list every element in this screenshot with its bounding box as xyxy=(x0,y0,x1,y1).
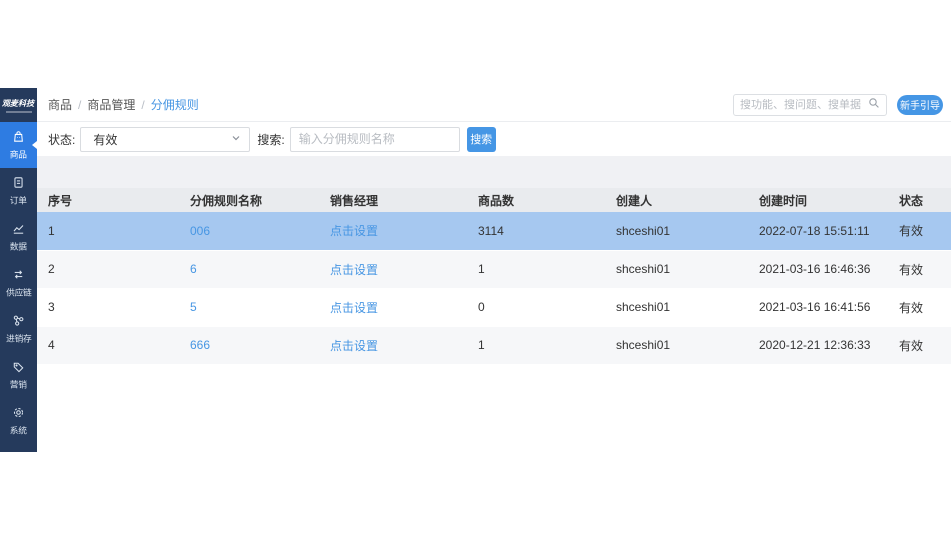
sidebar-item-label: 营销 xyxy=(10,378,27,391)
cell-product-count: 1 xyxy=(467,250,605,288)
sales-manager-link[interactable]: 点击设置 xyxy=(330,263,378,277)
logo-subtext xyxy=(6,111,32,113)
cell-created-at: 2021-03-16 16:41:56 xyxy=(748,288,888,326)
status-select[interactable]: 有效 xyxy=(80,127,250,152)
magnifier-icon[interactable] xyxy=(868,96,880,114)
main-content: 商品 / 商品管理 / 分佣规则 新手引导 xyxy=(37,88,951,365)
price-tag-icon xyxy=(11,359,26,374)
global-search-box[interactable] xyxy=(733,94,887,116)
cell-status: 有效 xyxy=(888,212,951,250)
rule-name-input[interactable] xyxy=(290,127,460,152)
filter-bar: 状态: 有效 搜索: 搜索 xyxy=(37,122,951,156)
linked-circles-icon xyxy=(11,313,26,328)
cell-created-at: 2022-07-18 15:51:11 xyxy=(748,212,888,250)
rule-name-link[interactable]: 5 xyxy=(190,300,197,314)
sidebar-item-label: 商品 xyxy=(10,148,27,161)
breadcrumb-separator: / xyxy=(141,98,144,112)
breadcrumb-item-goods[interactable]: 商品 xyxy=(48,96,72,113)
logo-text: 观麦科技 xyxy=(2,97,34,108)
table-header-row: 序号 分佣规则名称 销售经理 商品数 创建人 创建时间 状态 xyxy=(37,188,951,212)
col-header-rule-name: 分佣规则名称 xyxy=(179,188,319,212)
sidebar-item-orders[interactable]: 订单 xyxy=(0,168,37,214)
cell-created-at: 2021-03-16 16:46:36 xyxy=(748,250,888,288)
rule-name-link[interactable]: 6 xyxy=(190,262,197,276)
breadcrumb-bar: 商品 / 商品管理 / 分佣规则 新手引导 xyxy=(37,88,951,122)
col-header-status: 状态 xyxy=(888,188,951,212)
order-doc-icon xyxy=(11,175,26,190)
cell-creator: shceshi01 xyxy=(605,212,748,250)
swap-arrows-icon xyxy=(11,267,26,282)
breadcrumb-separator: / xyxy=(78,98,81,112)
keyword-search-label: 搜索: xyxy=(257,131,284,148)
sales-manager-link[interactable]: 点击设置 xyxy=(330,301,378,315)
col-header-product-count: 商品数 xyxy=(467,188,605,212)
sidebar-item-supply-chain[interactable]: 供应链 xyxy=(0,260,37,306)
sidebar-item-inventory[interactable]: 进销存 xyxy=(0,306,37,352)
content-spacer xyxy=(37,156,951,188)
cell-index: 3 xyxy=(37,288,179,326)
chevron-down-icon xyxy=(231,132,241,146)
cell-product-count: 1 xyxy=(467,326,605,364)
cell-creator: shceshi01 xyxy=(605,250,748,288)
sales-manager-link[interactable]: 点击设置 xyxy=(330,339,378,353)
cell-index: 1 xyxy=(37,212,179,250)
sidebar-item-marketing[interactable]: 营销 xyxy=(0,352,37,398)
cell-created-at: 2020-12-21 12:36:33 xyxy=(748,326,888,364)
sidebar-item-label: 系统 xyxy=(10,424,27,437)
col-header-index: 序号 xyxy=(37,188,179,212)
sidebar-item-system[interactable]: 系统 xyxy=(0,398,37,444)
sidebar-item-data[interactable]: 数据 xyxy=(0,214,37,260)
cell-index: 2 xyxy=(37,250,179,288)
breadcrumb: 商品 / 商品管理 / 分佣规则 xyxy=(48,96,199,113)
search-button[interactable]: 搜索 xyxy=(467,127,496,152)
cell-status: 有效 xyxy=(888,250,951,288)
global-search-input[interactable] xyxy=(740,99,868,111)
col-header-sales-manager: 销售经理 xyxy=(319,188,467,212)
col-header-creator: 创建人 xyxy=(605,188,748,212)
breadcrumb-item-goods-management[interactable]: 商品管理 xyxy=(87,96,135,113)
cell-product-count: 3114 xyxy=(467,212,605,250)
gear-icon xyxy=(11,405,26,420)
table-row[interactable]: 4 666 点击设置 1 shceshi01 2020-12-21 12:36:… xyxy=(37,326,951,364)
col-header-created-at: 创建时间 xyxy=(748,188,888,212)
sidebar-item-label: 供应链 xyxy=(6,286,31,299)
logo: 观麦科技 xyxy=(0,88,37,122)
sidebar-item-label: 数据 xyxy=(10,240,27,253)
newbie-guide-button[interactable]: 新手引导 xyxy=(897,95,943,115)
cell-creator: shceshi01 xyxy=(605,288,748,326)
sidebar-item-label: 进销存 xyxy=(6,332,31,345)
cell-status: 有效 xyxy=(888,326,951,364)
topbar-right: 新手引导 xyxy=(733,94,943,116)
sales-manager-link[interactable]: 点击设置 xyxy=(330,224,378,238)
table-row[interactable]: 1 006 点击设置 3114 shceshi01 2022-07-18 15:… xyxy=(37,212,951,250)
sidebar-item-goods[interactable]: 商品 xyxy=(0,122,37,168)
rule-name-link[interactable]: 666 xyxy=(190,338,210,352)
status-select-value: 有效 xyxy=(93,131,117,148)
commission-rules-table: 序号 分佣规则名称 销售经理 商品数 创建人 创建时间 状态 1 006 点击设… xyxy=(37,188,951,365)
cell-status: 有效 xyxy=(888,288,951,326)
cell-creator: shceshi01 xyxy=(605,326,748,364)
cell-product-count: 0 xyxy=(467,288,605,326)
cell-index: 4 xyxy=(37,326,179,364)
sidebar-item-label: 订单 xyxy=(10,194,27,207)
status-filter-label: 状态: xyxy=(48,131,75,148)
sidebar: 观麦科技 商品 订单 xyxy=(0,88,37,452)
line-chart-icon xyxy=(11,221,26,236)
table-row[interactable]: 2 6 点击设置 1 shceshi01 2021-03-16 16:46:36… xyxy=(37,250,951,288)
breadcrumb-item-commission-rules: 分佣规则 xyxy=(151,96,199,113)
rule-name-link[interactable]: 006 xyxy=(190,224,210,238)
table-row[interactable]: 3 5 点击设置 0 shceshi01 2021-03-16 16:41:56… xyxy=(37,288,951,326)
shopping-bag-icon xyxy=(11,129,26,144)
